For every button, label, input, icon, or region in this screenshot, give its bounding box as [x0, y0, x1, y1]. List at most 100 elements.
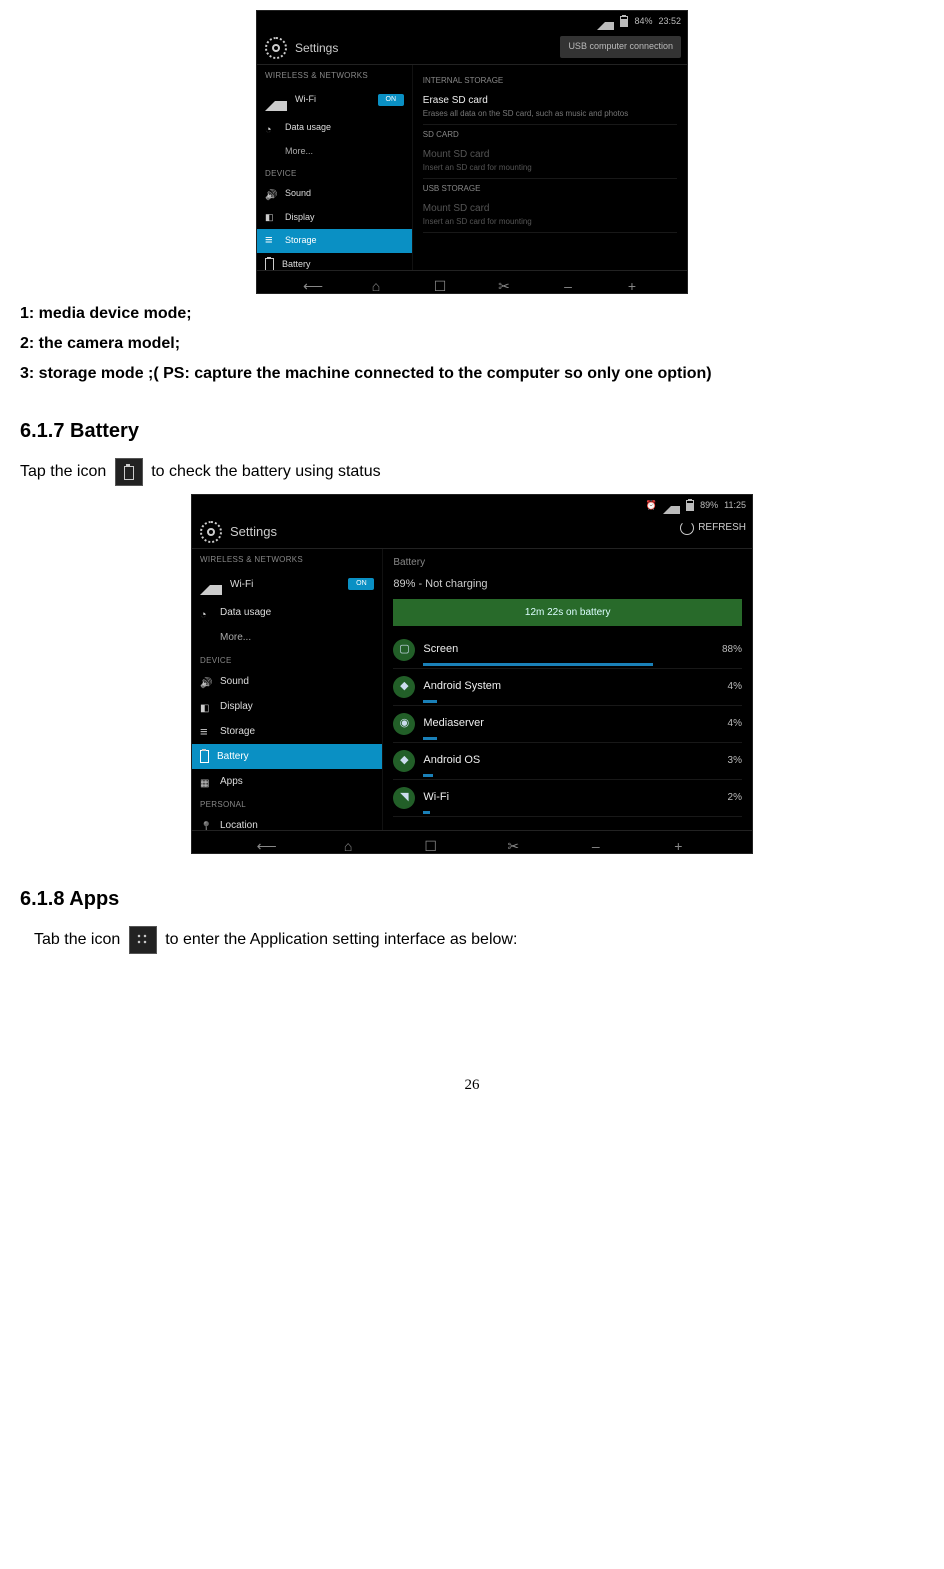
nav-home-icon[interactable]: ⌂ — [367, 276, 385, 288]
nav-vol-down-icon[interactable]: – — [587, 836, 605, 848]
nav-home-icon[interactable]: ⌂ — [339, 836, 357, 848]
usage-row[interactable]: ◆Android OS3% — [393, 743, 742, 780]
display-icon — [265, 211, 277, 223]
sidebar-item-apps[interactable]: Apps — [192, 769, 382, 794]
sidebar-item-sound[interactable]: Sound — [192, 669, 382, 694]
sidebar-item-storage[interactable]: Storage — [257, 229, 412, 253]
usage-list: ▢Screen88%◆Android System4%◉Mediaserver4… — [393, 632, 742, 817]
text-a: Tap the icon — [20, 463, 106, 480]
sec-internal: INTERNAL STORAGE — [423, 75, 677, 87]
sidebar-item-display[interactable]: Display — [192, 694, 382, 719]
heading-apps: 6.1.8 Apps — [20, 884, 924, 914]
text-b: to enter the Application setting interfa… — [165, 931, 517, 948]
usb-connection-button[interactable]: USB computer connection — [560, 36, 681, 58]
app-pct: 2% — [728, 790, 742, 805]
app-icon: ◉ — [393, 713, 415, 735]
status-bar: ⏰ 89% 11:25 — [192, 495, 752, 516]
sidebar-item-sound[interactable]: Sound — [257, 182, 412, 206]
usage-bar — [423, 774, 433, 777]
gear-icon — [265, 37, 287, 59]
sidebar: WIRELESS & NETWORKS Wi-Fi ON Data usage … — [257, 65, 413, 287]
sidebar-item-storage[interactable]: Storage — [192, 719, 382, 744]
battery-pct: 89% — [700, 499, 718, 513]
label: Data usage — [220, 605, 271, 620]
cat-wireless: WIRELESS & NETWORKS — [257, 65, 412, 84]
nav-screenshot-icon[interactable]: ✂ — [504, 836, 522, 848]
label: Battery — [217, 749, 249, 764]
nav-vol-up-icon[interactable]: + — [623, 276, 641, 288]
storage-icon — [265, 235, 277, 247]
usage-row[interactable]: ◥Wi-Fi2% — [393, 780, 742, 817]
heading-battery: 6.1.7 Battery — [20, 416, 924, 446]
usage-bar — [423, 663, 653, 666]
label: Storage — [220, 724, 255, 739]
usage-row[interactable]: ◆Android System4% — [393, 669, 742, 706]
label: Battery — [282, 258, 311, 272]
status-bar: 84% 23:52 — [257, 11, 687, 32]
battery-duration-band[interactable]: 12m 22s on battery — [393, 599, 742, 626]
battery-icon — [686, 500, 694, 511]
sec-usb: USB STORAGE — [423, 183, 677, 195]
sidebar-item-more[interactable]: More... — [257, 140, 412, 164]
nav-recent-icon[interactable]: ☐ — [422, 836, 440, 848]
mount-usb-row: Mount SD card Insert an SD card for moun… — [423, 197, 677, 233]
cat-wireless: WIRELESS & NETWORKS — [192, 549, 382, 568]
sidebar-item-data[interactable]: Data usage — [257, 116, 412, 140]
app-name: Screen — [423, 641, 714, 658]
cat-device: DEVICE — [257, 163, 412, 182]
cat-personal: PERSONAL — [192, 794, 382, 813]
sidebar-item-more[interactable]: More... — [192, 625, 382, 650]
label: Sound — [220, 674, 249, 689]
nav-back-icon[interactable]: ⟵ — [303, 276, 321, 288]
apps-icon — [200, 776, 212, 788]
wifi-toggle[interactable]: ON — [348, 578, 374, 590]
usage-bar — [423, 737, 437, 740]
nav-vol-up-icon[interactable]: + — [669, 836, 687, 848]
row-main: Mount SD card — [423, 201, 677, 216]
screenshot-storage: 84% 23:52 Settings USB computer connecti… — [256, 10, 688, 294]
row-sub: Insert an SD card for mounting — [423, 216, 677, 228]
navbar: ⟵ ⌂ ☐ ✂ – + — [192, 830, 752, 853]
refresh-icon — [680, 521, 694, 535]
battery-pct: 84% — [634, 15, 652, 29]
nav-recent-icon[interactable]: ☐ — [431, 276, 449, 288]
sidebar-item-data[interactable]: Data usage — [192, 600, 382, 625]
sound-icon — [200, 676, 212, 688]
label: Wi-Fi — [295, 93, 316, 107]
label: Display — [220, 699, 253, 714]
text-a: Tab the icon — [34, 931, 125, 948]
sidebar-item-battery[interactable]: Battery — [192, 744, 382, 769]
status-time: 11:25 — [724, 499, 746, 513]
content-label: Battery — [393, 555, 742, 570]
usage-row[interactable]: ▢Screen88% — [393, 632, 742, 669]
nav-back-icon[interactable]: ⟵ — [257, 836, 275, 848]
battery-icon — [115, 458, 143, 486]
storage-icon — [200, 726, 212, 738]
battery-sentence: Tap the icon to check the battery using … — [20, 458, 924, 486]
content-pane: Battery 89% - Not charging 12m 22s on ba… — [383, 549, 752, 847]
erase-sd-row[interactable]: Erase SD card Erases all data on the SD … — [423, 89, 677, 125]
app-icon: ▢ — [393, 639, 415, 661]
label: Wi-Fi — [230, 577, 253, 592]
battery-icon — [265, 258, 274, 271]
app-name: Mediaserver — [423, 715, 719, 732]
wifi-toggle[interactable]: ON — [378, 94, 404, 106]
mode-line-1: 1: media device mode; — [20, 302, 924, 326]
gear-icon — [200, 521, 222, 543]
battery-status-line: 89% - Not charging — [393, 576, 742, 593]
sidebar-item-display[interactable]: Display — [257, 206, 412, 230]
app-icon: ◆ — [393, 750, 415, 772]
sidebar-item-wifi[interactable]: Wi-Fi ON — [192, 568, 382, 600]
title: Settings — [295, 39, 338, 57]
usage-row[interactable]: ◉Mediaserver4% — [393, 706, 742, 743]
sidebar-item-wifi[interactable]: Wi-Fi ON — [257, 84, 412, 116]
refresh-button[interactable]: REFRESH — [680, 520, 746, 535]
app-pct: 3% — [728, 753, 742, 768]
row-main: Mount SD card — [423, 147, 677, 162]
apps-sentence: Tab the icon to enter the Application se… — [34, 926, 924, 954]
nav-screenshot-icon[interactable]: ✂ — [495, 276, 513, 288]
cat-device: DEVICE — [192, 650, 382, 669]
sec-sdcard: SD CARD — [423, 129, 677, 141]
nav-vol-down-icon[interactable]: – — [559, 276, 577, 288]
wifi-icon — [200, 573, 222, 595]
